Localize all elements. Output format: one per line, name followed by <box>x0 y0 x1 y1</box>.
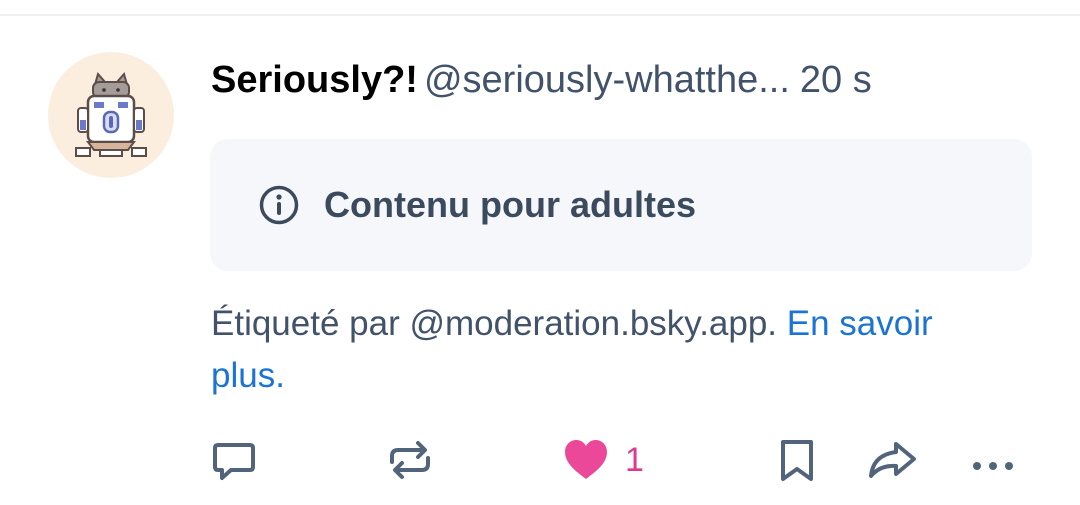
label-note-text: Étiqueté par @moderation.bsky.app. <box>211 304 787 343</box>
avatar[interactable] <box>48 52 174 178</box>
post-actions: 1 <box>0 430 1080 490</box>
info-icon <box>259 185 299 225</box>
divider <box>0 14 1080 16</box>
content-warning-button[interactable]: Contenu pour adultes <box>210 139 1032 271</box>
heart-icon <box>565 440 607 479</box>
comment-icon <box>213 443 255 480</box>
avatar-image <box>75 71 147 157</box>
bookmark-icon <box>781 440 813 481</box>
repost-icon <box>390 441 430 479</box>
reply-button[interactable] <box>210 430 258 490</box>
author-handle[interactable]: @seriously-whatthe... <box>424 59 790 101</box>
content-warning-label: Contenu pour adultes <box>324 184 696 225</box>
repost-button[interactable] <box>386 430 434 490</box>
like-button[interactable]: 1 <box>561 430 644 490</box>
more-icon <box>973 462 1013 470</box>
like-count: 1 <box>625 441 644 479</box>
share-icon <box>869 442 916 478</box>
content-warning: Contenu pour adultes <box>258 184 696 226</box>
share-button[interactable] <box>866 430 918 490</box>
bookmark-button[interactable] <box>775 430 819 490</box>
post-item[interactable]: Seriously?! @seriously-whatthe... 20 s Con… <box>0 0 1080 505</box>
post-header: Seriously?! @seriously-whatthe... 20 s <box>211 52 1041 108</box>
more-options-button[interactable] <box>968 430 1018 490</box>
moderation-label-note: Étiqueté par @moderation.bsky.app. En sa… <box>211 298 1011 402</box>
post-timestamp[interactable]: 20 s <box>800 59 872 101</box>
author-display-name[interactable]: Seriously?! <box>211 59 418 101</box>
